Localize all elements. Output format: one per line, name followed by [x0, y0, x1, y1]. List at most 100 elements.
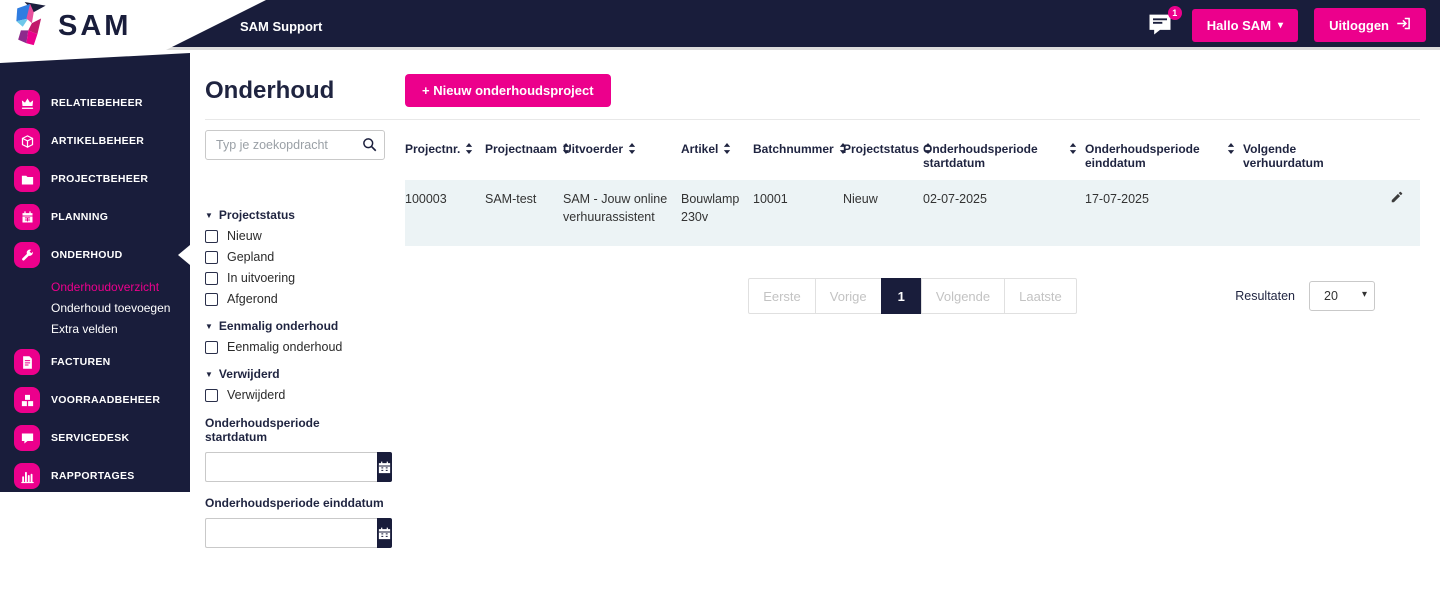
sidebar-item-label: ONDERHOUD: [51, 249, 123, 261]
filter-group-title-text: Projectstatus: [219, 208, 295, 222]
sort-icon: [1069, 142, 1077, 157]
page-button-volgende[interactable]: Volgende: [921, 278, 1005, 314]
sidebar-item-artikelbeheer[interactable]: ARTIKELBEHEER: [0, 125, 190, 157]
sidebar-item-projectbeheer[interactable]: PROJECTBEHEER: [0, 163, 190, 195]
cell-volgende-verhuurdatum: [1243, 180, 1373, 246]
user-menu-button[interactable]: Hallo SAM ▾: [1192, 9, 1298, 42]
chat-icon: [1146, 25, 1174, 42]
column-header-projectstatus[interactable]: Projectstatus: [843, 130, 923, 180]
column-header-batchnummer[interactable]: Batchnummer: [753, 130, 843, 180]
checkbox[interactable]: [205, 341, 218, 354]
filter-option-verwijderd[interactable]: Verwijderd: [205, 388, 385, 402]
table-body: 100003SAM-testSAM - Jouw online verhuura…: [405, 180, 1420, 246]
sidebar-item-personeelsbeheer[interactable]: PERSONEELSBEHEER: [0, 536, 190, 568]
calendar-icon: [14, 204, 40, 230]
main-content: Onderhoud + Nieuw onderhoudsproject ▼Pro…: [190, 53, 1440, 492]
table-row: 100003SAM-testSAM - Jouw online verhuura…: [405, 180, 1420, 246]
sort-icon: [465, 142, 473, 157]
sidebar-item-label: RELATIEBEHEER: [51, 97, 143, 109]
sidebar-subitem-extra-velden[interactable]: Extra velden: [51, 319, 190, 340]
filter-group-title-text: Eenmalig onderhoud: [219, 319, 338, 333]
invoice-icon: [14, 349, 40, 375]
filter-group-title[interactable]: ▼Eenmalig onderhoud: [205, 319, 385, 333]
brand-logo-text: SAM: [58, 10, 131, 43]
sidebar-item-acties[interactable]: ACTIES: [0, 498, 190, 530]
crown-icon: [14, 90, 40, 116]
date-input[interactable]: [205, 518, 377, 548]
sidebar-item-relatiebeheer[interactable]: RELATIEBEHEER: [0, 87, 190, 119]
results-per-page-label: Resultaten: [1235, 289, 1295, 303]
calendar-picker-button[interactable]: [377, 452, 392, 482]
filter-option-afgerond[interactable]: Afgerond: [205, 292, 385, 306]
page-button-laatste[interactable]: Laatste: [1004, 278, 1077, 314]
logout-label: Uitloggen: [1329, 18, 1389, 33]
table-header-row: Projectnr.ProjectnaamUitvoerder Artikel Ba…: [405, 130, 1420, 180]
sidebar: RELATIEBEHEER ARTIKELBEHEER PROJECTBEHEER P…: [0, 53, 190, 492]
divider: [205, 119, 1420, 120]
sidebar-subitem-onderhoud-toevoegen[interactable]: Onderhoud toevoegen: [51, 298, 190, 319]
cell-onderhoudsperiode-startdatum: 02-07-2025: [923, 180, 1085, 246]
page-button-1[interactable]: 1: [881, 278, 922, 314]
sidebar-item-rapportages[interactable]: RAPPORTAGES: [0, 460, 190, 492]
filter-option-label: Gepland: [227, 250, 274, 264]
new-maintenance-project-button[interactable]: + Nieuw onderhoudsproject: [405, 74, 611, 107]
page-button-vorige[interactable]: Vorige: [815, 278, 882, 314]
pagination: EersteVorige1VolgendeLaatste: [748, 278, 1077, 314]
checkbox[interactable]: [205, 389, 218, 402]
sidebar-item-label: ACTIES: [51, 508, 91, 520]
sidebar-item-servicedesk[interactable]: SERVICEDESK: [0, 422, 190, 454]
search-icon[interactable]: [362, 137, 377, 157]
sidebar-subitem-onderhoudoverzicht[interactable]: Onderhoudoverzicht: [51, 277, 190, 298]
filter-group-title-text: Verwijderd: [219, 367, 280, 381]
column-header-label: Uitvoerder: [563, 142, 623, 156]
filter-option-in-uitvoering[interactable]: In uitvoering: [205, 271, 385, 285]
search-input[interactable]: [205, 130, 385, 160]
checkbox[interactable]: [205, 272, 218, 285]
clipped-icon: [14, 577, 40, 603]
sidebar-item-label: VOORRAADBEHEER: [51, 394, 160, 406]
filter-group-title[interactable]: ▼Verwijderd: [205, 367, 385, 381]
sidebar-item-planning[interactable]: PLANNING: [0, 201, 190, 233]
filter-group-title[interactable]: ▼Projectstatus: [205, 208, 385, 222]
bar-chart-icon: [14, 463, 40, 489]
date-filters: Onderhoudsperiode startdatumOnderhoudspe…: [205, 416, 385, 548]
support-label: SAM Support: [240, 19, 322, 34]
sidebar-item-label: SERVICEDESK: [51, 432, 129, 444]
filter-option-eenmalig-onderhoud[interactable]: Eenmalig onderhoud: [205, 340, 385, 354]
column-header-projectnaam[interactable]: Projectnaam: [485, 130, 563, 180]
logout-button[interactable]: Uitloggen: [1314, 8, 1426, 42]
cell-artikel: Bouwlamp 230v: [681, 180, 753, 246]
folder-icon: [14, 166, 40, 192]
calendar-picker-button[interactable]: [377, 518, 392, 548]
sidebar-item-facturen[interactable]: FACTUREN: [0, 346, 190, 378]
checkbox[interactable]: [205, 293, 218, 306]
filter-group-verwijderd: ▼VerwijderdVerwijderd: [205, 367, 385, 402]
date-filter-onderhoudsperiode-startdatum: [205, 452, 385, 482]
page-button-eerste[interactable]: Eerste: [748, 278, 816, 314]
page-title: Onderhoud: [205, 77, 1420, 105]
column-header-onderhoudsperiode-startdatum[interactable]: Onderhoudsperiode startdatum: [923, 130, 1085, 180]
cell-onderhoudsperiode-einddatum: 17-07-2025: [1085, 180, 1243, 246]
sidebar-item-item[interactable]: [0, 574, 190, 606]
results-per-page-select[interactable]: 20: [1309, 281, 1375, 311]
sidebar-item-label: PLANNING: [51, 211, 108, 223]
column-header-projectnr[interactable]: Projectnr.: [405, 130, 485, 180]
filter-option-nieuw[interactable]: Nieuw: [205, 229, 385, 243]
checkbox[interactable]: [205, 230, 218, 243]
checkbox[interactable]: [205, 251, 218, 264]
chat-icon: [14, 425, 40, 451]
column-header-onderhoudsperiode-einddatum[interactable]: Onderhoudsperiode einddatum: [1085, 130, 1243, 180]
column-header-label: Artikel: [681, 142, 718, 156]
filter-option-gepland[interactable]: Gepland: [205, 250, 385, 264]
sidebar-item-onderhoud[interactable]: ONDERHOUD: [0, 239, 190, 271]
edit-row-button[interactable]: [1373, 180, 1420, 246]
column-header-uitvoerder[interactable]: Uitvoerder: [563, 130, 681, 180]
sidebar-item-label: PROJECTBEHEER: [51, 173, 148, 185]
messages-button[interactable]: 1: [1146, 10, 1176, 40]
sidebar-item-voorraadbeheer[interactable]: VOORRAADBEHEER: [0, 384, 190, 416]
inventory-icon: [14, 387, 40, 413]
date-filter-onderhoudsperiode-einddatum: [205, 518, 385, 548]
sort-icon: [723, 142, 731, 157]
column-header-artikel[interactable]: Artikel: [681, 130, 753, 180]
date-input[interactable]: [205, 452, 377, 482]
